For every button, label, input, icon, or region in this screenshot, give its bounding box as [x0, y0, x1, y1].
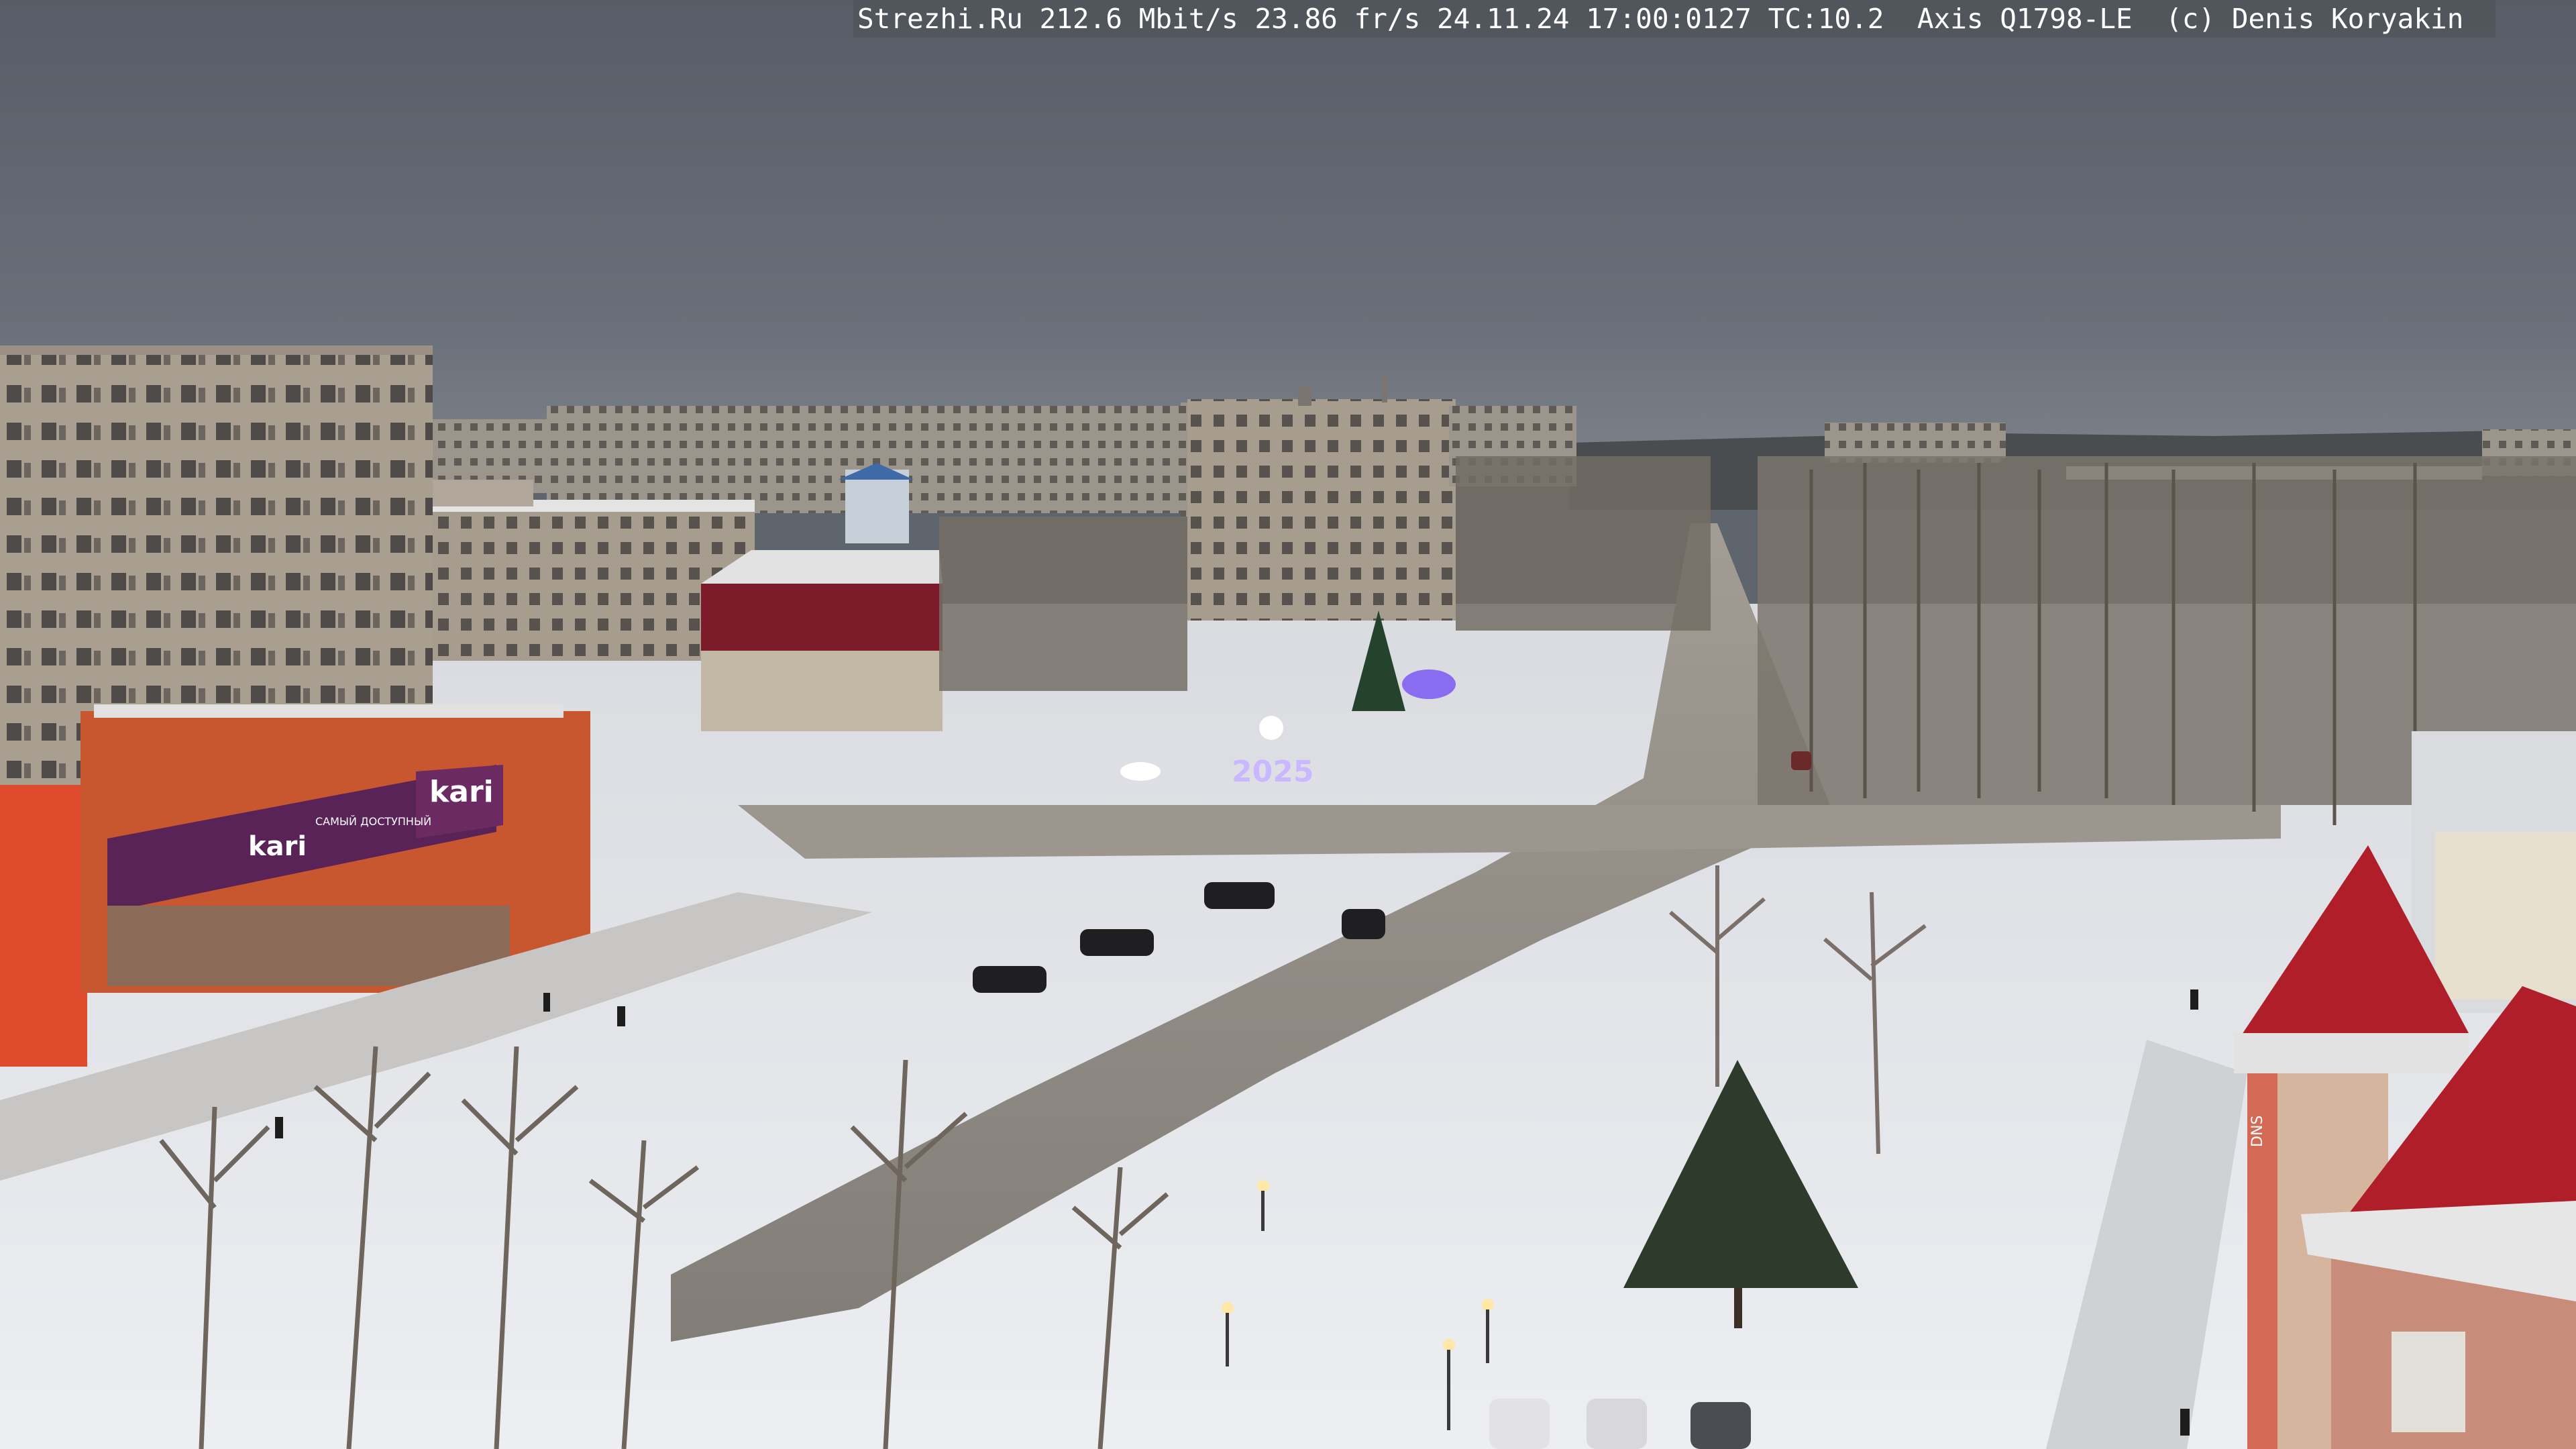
overlay-camera: Axis Q1798-LE: [1917, 3, 2133, 35]
car: [1080, 929, 1154, 956]
car: [973, 966, 1046, 993]
car: [1690, 1402, 1751, 1449]
spruce-trunk: [1734, 1288, 1742, 1328]
kari-store-sign-lower: kari: [248, 831, 307, 862]
mid-tree-band: [939, 517, 1187, 691]
car: [1590, 822, 1637, 842]
overlay-timestamp: 24.11.24 17:00:0127: [1436, 3, 1752, 35]
overlay-fps: 23.86 fr/s: [1254, 3, 1421, 35]
webcam-scene: 2025 kari kari САМЫЙ ДОСТУПНЫЙ DNS: [0, 0, 2576, 1449]
kari-store-tagline: САМЫЙ ДОСТУПНЫЙ: [315, 815, 431, 828]
kari-store-sign: kari: [429, 775, 494, 809]
overlay-tc: TC:10.2: [1768, 3, 1884, 35]
camera-info-overlay: Strezhi.Ru 212.6 Mbit/s 23.86 fr/s 24.11…: [853, 0, 2496, 38]
far-tree-band: [1456, 456, 1711, 631]
year-display: 2025: [1232, 755, 1313, 789]
dns-sign: DNS: [2249, 1116, 2266, 1147]
car: [1587, 1399, 1647, 1449]
car: [1342, 909, 1385, 939]
overlay-bitrate: 212.6 Mbit/s: [1039, 3, 1238, 35]
car: [1204, 882, 1275, 909]
car: [1489, 1399, 1550, 1449]
overlay-copyright: (c) Denis Koryakin: [2165, 3, 2464, 35]
overlay-site: Strezhi.Ru: [857, 3, 1023, 35]
car: [1791, 751, 1811, 770]
